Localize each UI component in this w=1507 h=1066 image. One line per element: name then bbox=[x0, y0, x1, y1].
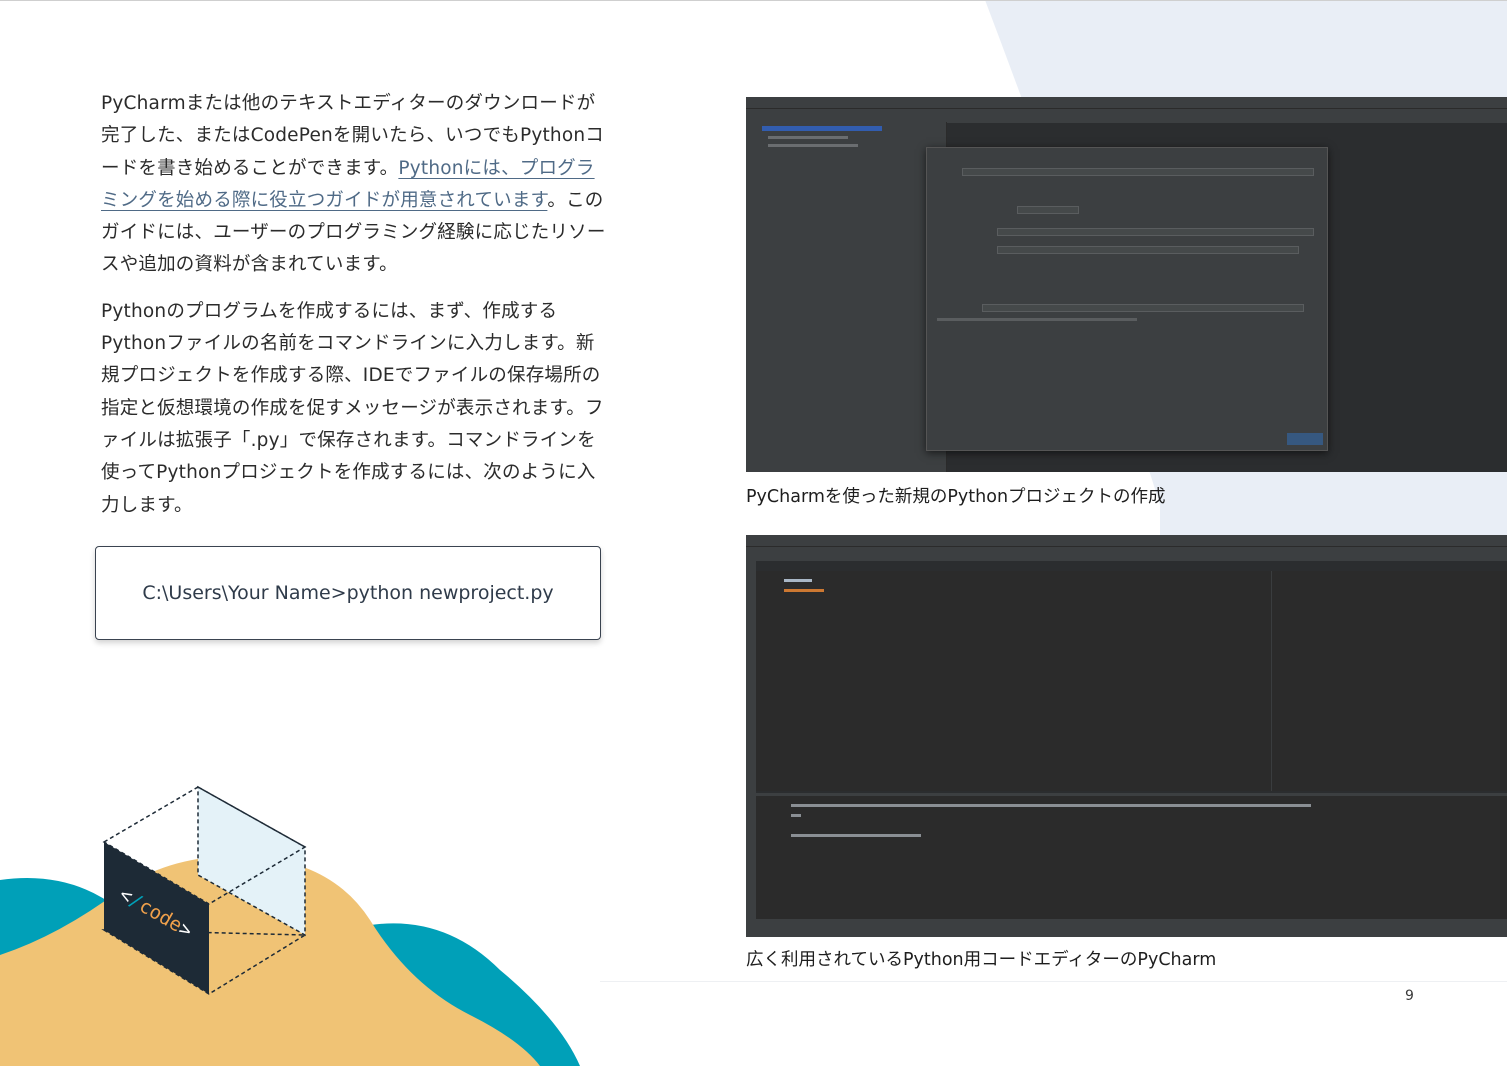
ide-side-strip bbox=[746, 122, 756, 472]
ide-side-strip bbox=[746, 560, 756, 937]
command-example-text: C:\Users\Your Name>python newproject.py bbox=[142, 582, 554, 604]
ide-toolbar bbox=[746, 546, 1507, 561]
footer-divider bbox=[600, 981, 1507, 982]
ide-run-console bbox=[756, 793, 1507, 920]
code-cube-illustration: </code> bbox=[0, 785, 580, 1066]
new-project-dialog bbox=[926, 147, 1328, 451]
figure-1-caption: PyCharmを使った新規のPythonプロジェクトの作成 bbox=[746, 487, 1166, 507]
top-border bbox=[0, 0, 1507, 1]
page-number: 9 bbox=[1405, 988, 1414, 1004]
ide-project-panel bbox=[756, 122, 947, 472]
ide-toolbar bbox=[746, 108, 1507, 123]
pycharm-new-project-screenshot bbox=[746, 97, 1507, 472]
command-example-box: C:\Users\Your Name>python newproject.py bbox=[95, 546, 601, 640]
ide-menu-bar bbox=[746, 97, 1507, 108]
ide-editor-area bbox=[756, 571, 1507, 791]
paragraph-2: Pythonのプログラムを作成するには、まず、作成するPythonファイルの名前… bbox=[101, 300, 604, 516]
paragraph-1: PyCharmまたは他のテキストエディターのダウンロードが完了した、またはCod… bbox=[101, 93, 606, 276]
ide-menu-bar bbox=[746, 535, 1507, 546]
figure-2-caption: 広く利用されているPython用コードエディターのPyCharm bbox=[746, 950, 1217, 970]
ide-status-bar bbox=[746, 919, 1507, 937]
pycharm-editor-screenshot bbox=[746, 535, 1507, 937]
body-text: PyCharmまたは他のテキストエディターのダウンロードが完了した、またはCod… bbox=[101, 88, 613, 536]
